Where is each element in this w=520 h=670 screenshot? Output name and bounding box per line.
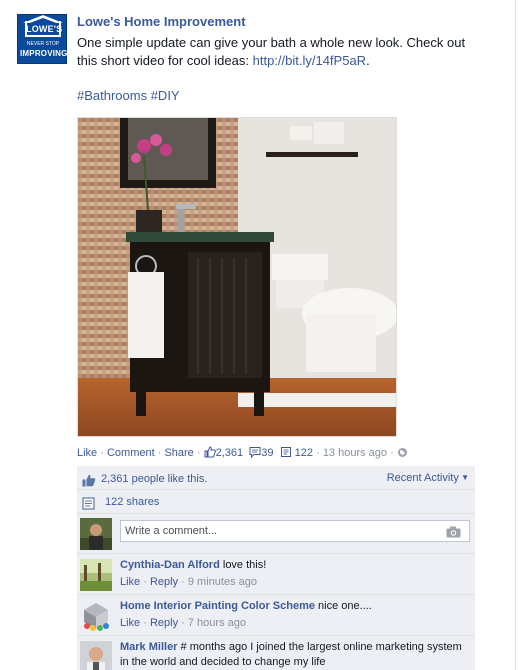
shares-summary-text[interactable]: 122 shares xyxy=(105,496,159,508)
sort-label: Recent Activity xyxy=(386,472,459,484)
likes-summary-row: 2,361 people like this. Recent Activity … xyxy=(77,466,475,490)
shares-summary-row: 122 shares xyxy=(77,490,475,514)
comment-input[interactable]: Write a comment... xyxy=(120,520,470,542)
post-action-bar: Like · Comment · Share · 2,361 39 122 · … xyxy=(77,446,477,462)
sep-2: · xyxy=(154,447,165,459)
logo-brand-text: LOWE'S xyxy=(26,24,63,34)
post-hashtags[interactable]: #Bathrooms #DIY xyxy=(77,87,487,105)
comment-body: Mark Miller # months ago I joined the la… xyxy=(120,640,470,670)
comment-link[interactable]: Comment xyxy=(107,447,155,459)
meta-sep: · xyxy=(140,617,150,629)
viewer-avatar[interactable] xyxy=(80,518,112,550)
sep-1: · xyxy=(97,447,107,459)
globe-icon xyxy=(397,447,408,462)
sort-dropdown[interactable]: Recent Activity ▼ xyxy=(387,466,469,490)
comment-like-link[interactable]: Like xyxy=(120,617,140,629)
sep-3: · xyxy=(193,447,204,459)
post-photo[interactable] xyxy=(77,117,397,437)
logo-tagline-small: NEVER STOP xyxy=(26,41,60,47)
commenter-avatar[interactable] xyxy=(80,641,112,670)
post-link-suffix: . xyxy=(366,53,370,68)
comment-text: nice one.... xyxy=(318,600,372,612)
thumbs-up-icon xyxy=(204,446,216,462)
comment-row: Cynthia-Dan Alford love this! Like · Rep… xyxy=(77,554,475,595)
logo-tagline-large: IMPROVING xyxy=(20,49,68,58)
sep-5: · xyxy=(387,447,397,459)
meta-sep: · xyxy=(178,576,188,588)
sep-4: · xyxy=(313,447,323,459)
page-name-link[interactable]: Lowe's Home Improvement xyxy=(77,14,487,30)
comment-author[interactable]: Cynthia-Dan Alford xyxy=(120,559,220,571)
comment-like-link[interactable]: Like xyxy=(120,576,140,588)
commenter-avatar[interactable] xyxy=(80,600,112,632)
feed-column-border xyxy=(515,0,516,670)
likes-summary-text[interactable]: 2,361 people like this. xyxy=(101,473,207,485)
comment-text: love this! xyxy=(222,559,267,571)
comment-bubble-icon xyxy=(249,446,261,462)
comment-row: Mark Miller # months ago I joined the la… xyxy=(77,636,475,670)
meta-sep: · xyxy=(140,576,150,588)
comment-composer-row: Write a comment... xyxy=(77,514,475,554)
like-count[interactable]: 2,361 xyxy=(216,447,244,459)
comment-author[interactable]: Mark Miller xyxy=(120,641,177,653)
share-link[interactable]: Share xyxy=(164,447,193,459)
comment-count[interactable]: 39 xyxy=(261,447,273,459)
comment-time[interactable]: 9 minutes ago xyxy=(188,576,257,588)
comment-body: Home Interior Painting Color Scheme nice… xyxy=(120,599,470,631)
commenter-avatar[interactable] xyxy=(80,559,112,591)
feedback-panel: 2,361 people like this. Recent Activity … xyxy=(77,466,475,670)
comment-body: Cynthia-Dan Alford love this! Like · Rep… xyxy=(120,558,470,590)
comment-reply-link[interactable]: Reply xyxy=(150,576,178,588)
comment-author[interactable]: Home Interior Painting Color Scheme xyxy=(120,600,315,612)
camera-icon[interactable] xyxy=(446,525,461,545)
post-link[interactable]: http://bit.ly/14fP5aR xyxy=(253,53,366,68)
comment-time[interactable]: 7 hours ago xyxy=(188,617,246,629)
post-content: Lowe's Home Improvement One simple updat… xyxy=(77,14,487,105)
share-icon xyxy=(280,446,292,462)
post-message: One simple update can give your bath a w… xyxy=(77,34,487,70)
comment-reply-link[interactable]: Reply xyxy=(150,617,178,629)
post-timestamp[interactable]: 13 hours ago xyxy=(323,447,387,459)
caret-down-icon: ▼ xyxy=(458,473,469,482)
like-link[interactable]: Like xyxy=(77,447,97,459)
meta-sep: · xyxy=(178,617,188,629)
page-avatar-logo[interactable]: LOWE'S NEVER STOP IMPROVING xyxy=(17,14,67,64)
comment-input-placeholder: Write a comment... xyxy=(125,525,218,537)
share-count[interactable]: 122 xyxy=(295,447,313,459)
bathroom-vanity-photo xyxy=(78,118,396,436)
comment-row: Home Interior Painting Color Scheme nice… xyxy=(77,595,475,636)
